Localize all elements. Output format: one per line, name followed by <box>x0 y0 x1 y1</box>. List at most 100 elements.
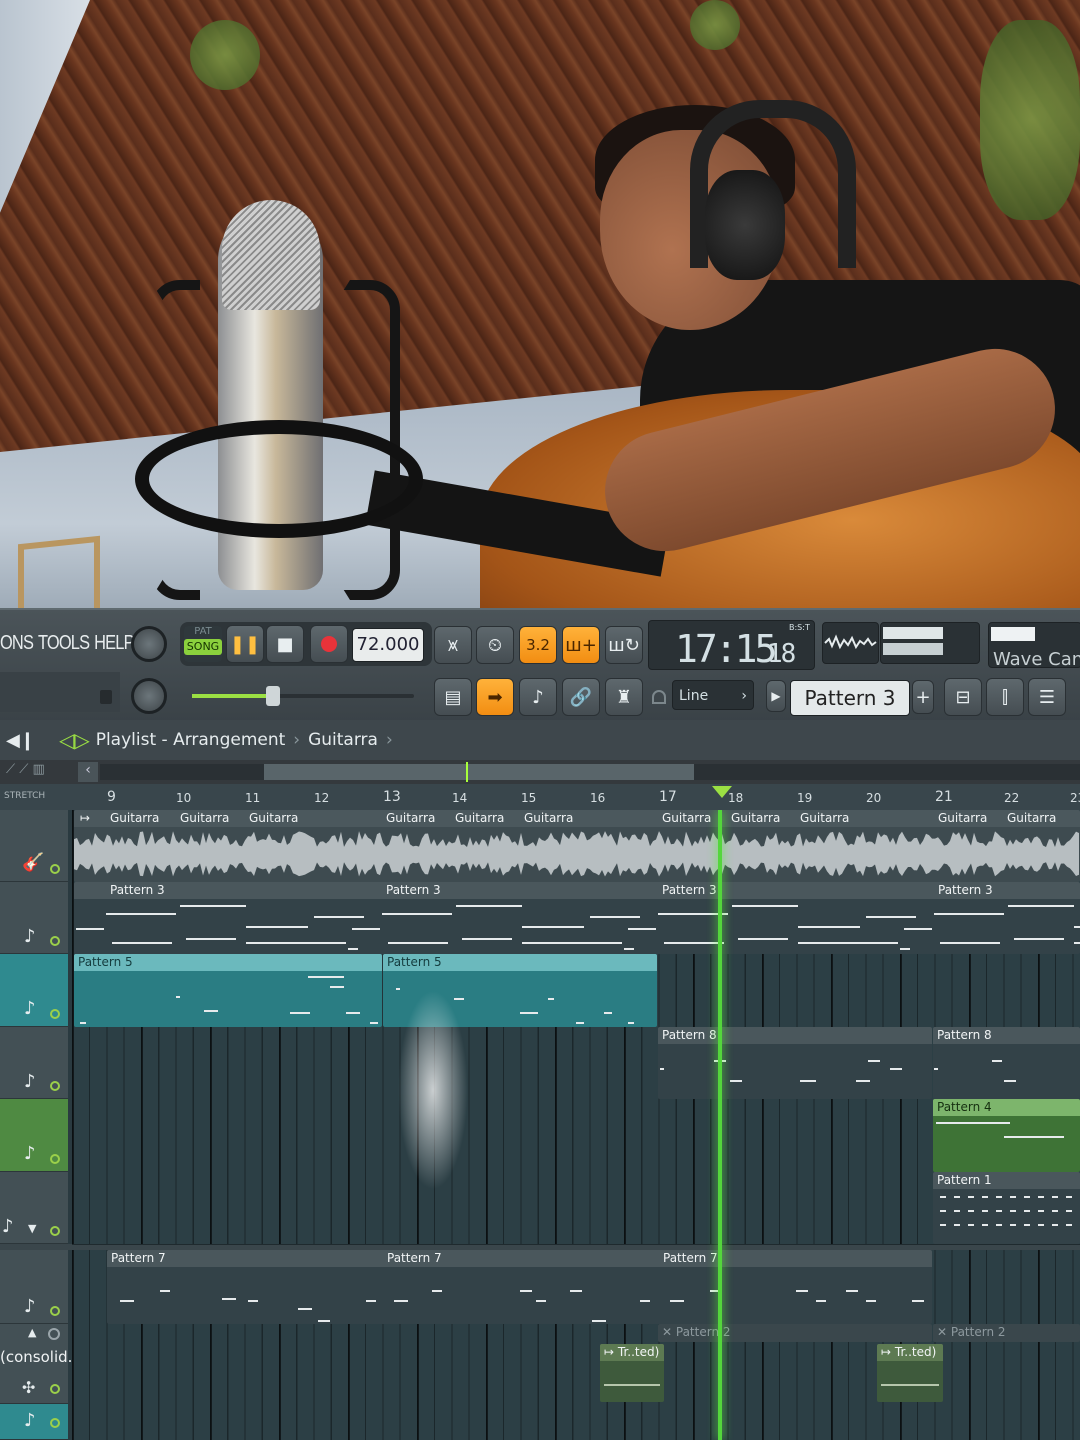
link-icon[interactable]: 🔗 <box>562 678 600 716</box>
channel-rack-icon[interactable]: ♪ <box>519 678 557 716</box>
automation-line <box>604 1384 660 1386</box>
note-dash <box>1014 938 1064 940</box>
master-volume-slider[interactable] <box>192 686 414 706</box>
clip-label: Guitarra <box>386 811 436 825</box>
pattern-2-muted-clip[interactable]: ✕ Pattern 2 <box>658 1324 932 1342</box>
track-enable-icon[interactable] <box>50 1081 60 1091</box>
chevron-down-icon[interactable]: ▼ <box>28 1222 36 1235</box>
pause-button[interactable]: ❚❚ <box>226 625 264 663</box>
cpu-waveform-display <box>822 622 879 664</box>
pat-song-toggle[interactable]: PAT SONG <box>184 626 222 662</box>
clip-label: Pattern 3 <box>110 883 165 897</box>
stop-button[interactable]: ■ <box>266 625 304 663</box>
pattern-prev-icon[interactable]: ▶ <box>766 680 786 712</box>
tool-icons[interactable]: ⟋ ⟋ ▥ <box>6 762 45 777</box>
pattern-selector[interactable]: Pattern 3 <box>790 680 910 716</box>
pattern-5-clip[interactable]: Pattern 5 <box>74 954 382 1027</box>
metronome-icon[interactable]: ⩙ <box>434 626 472 664</box>
wait-for-input-icon[interactable]: ⏲ <box>476 626 514 664</box>
pattern-2-muted-clip[interactable]: ✕ Pattern 2 <box>933 1324 1080 1342</box>
overview-track[interactable] <box>100 762 1080 782</box>
note-dash <box>640 1300 650 1302</box>
playlist-overview-scrollbar[interactable]: ⟋ ⟋ ▥ ‹ <box>0 760 1080 784</box>
song-position-marker[interactable] <box>712 786 732 798</box>
clip-label: Pattern 4 <box>933 1099 1080 1116</box>
track-header-3[interactable]: ♪ <box>0 954 68 1027</box>
track-header-6[interactable]: ♪ ▼ <box>0 1172 68 1244</box>
note-dash <box>80 1022 86 1024</box>
master-pitch-knob[interactable] <box>131 678 167 714</box>
track-enable-icon[interactable] <box>50 1226 60 1236</box>
track-enable-icon[interactable] <box>50 1384 60 1394</box>
record-button[interactable] <box>310 625 348 663</box>
song-position-display[interactable]: 17:15 18 B:S:T <box>648 620 815 671</box>
menu-tools[interactable]: TOOLS <box>38 632 90 668</box>
pattern-7-clips[interactable]: Pattern 7 Pattern 7 Pattern 7 <box>107 1250 932 1324</box>
lane-9[interactable] <box>72 1404 1080 1440</box>
note-dash <box>1066 1210 1072 1212</box>
mixer-icon[interactable]: ⊟ <box>944 678 982 716</box>
slider-handle[interactable] <box>266 686 280 706</box>
note-dash <box>106 913 176 915</box>
lane-5[interactable] <box>72 1099 1080 1173</box>
lane-6[interactable] <box>72 1172 1080 1245</box>
track-header-7[interactable]: ♪ <box>0 1250 68 1324</box>
browser-icon[interactable]: ☰ <box>1028 678 1066 716</box>
note-dash <box>996 1224 1002 1226</box>
note-dash <box>996 1196 1002 1198</box>
note-dash <box>866 916 916 918</box>
track-ring-icon[interactable] <box>48 1328 60 1340</box>
note-dash <box>396 988 400 990</box>
timeline-ruler[interactable]: STRETCH 9 10 11 12 13 14 15 16 17 18 19 … <box>0 784 1080 810</box>
note-dash <box>1074 942 1080 944</box>
tr-ted-clip[interactable]: ↦ Tr..ted) <box>600 1344 664 1402</box>
track-enable-icon[interactable] <box>50 1306 60 1316</box>
menu-options[interactable]: ONS <box>0 632 34 668</box>
piano-roll-arrow-icon[interactable]: ➡ <box>476 678 514 716</box>
step-edit-icon[interactable]: ш+ <box>562 626 600 664</box>
note-dash <box>180 905 246 907</box>
note-dash <box>732 905 798 907</box>
scroll-thumb[interactable] <box>264 764 694 780</box>
master-volume-knob[interactable] <box>131 626 167 662</box>
loop-record-icon[interactable]: ш↻ <box>605 626 643 664</box>
plugin-icon[interactable]: ♜ <box>605 678 643 716</box>
audio-clips-guitarra[interactable]: ↦ Guitarra Guitarra Guitarra Guitarra Gu… <box>74 810 1080 882</box>
track-enable-icon[interactable] <box>50 1418 60 1428</box>
track-header-5[interactable]: ♪ <box>0 1099 68 1172</box>
countdown-button[interactable]: 3.2 <box>519 626 557 664</box>
piano-roll-icon[interactable]: ⫿ <box>986 678 1024 716</box>
track-header-2[interactable]: ♪ <box>0 882 68 954</box>
hanging-plant <box>190 20 260 90</box>
tempo-display[interactable]: 72.000 <box>352 628 424 662</box>
playlist-window-icon[interactable]: ▤ <box>434 678 472 716</box>
speaker-icon[interactable]: ◀❙ <box>6 730 35 751</box>
note-dash <box>570 1290 582 1292</box>
scroll-left-icon[interactable]: ‹ <box>78 762 98 782</box>
tr-ted-clip[interactable]: ↦ Tr..ted) <box>877 1344 943 1402</box>
track-enable-icon[interactable] <box>50 936 60 946</box>
track-header-8[interactable]: ▲ (consolid.. ✣ <box>0 1324 77 1404</box>
clip-label: Pattern 3 <box>386 883 441 897</box>
playlist-menu-icon[interactable]: ◁▷ <box>59 728 90 752</box>
track-header-1[interactable]: 🎸 <box>0 810 68 882</box>
note-dash <box>454 998 464 1000</box>
track-enable-icon[interactable] <box>50 864 60 874</box>
add-pattern-button[interactable]: + <box>912 680 934 714</box>
automation-icon: ✣ <box>22 1378 36 1397</box>
pattern-8-clip[interactable]: Pattern 8 <box>658 1027 932 1099</box>
menu-help[interactable]: HELP <box>94 632 134 668</box>
collapse-icon[interactable]: ▲ <box>28 1326 36 1339</box>
track-header-4[interactable]: ♪ <box>0 1027 68 1099</box>
track-enable-icon[interactable] <box>50 1009 60 1019</box>
track-header-9[interactable]: ♪ <box>0 1404 68 1440</box>
note-dash <box>934 913 1004 915</box>
pattern-8-clip[interactable]: Pattern 8 <box>933 1027 1080 1099</box>
track-enable-icon[interactable] <box>50 1154 60 1164</box>
magnet-icon[interactable] <box>652 690 666 704</box>
pattern-1-clip[interactable]: Pattern 1 <box>933 1172 1080 1244</box>
note-dash <box>1052 1196 1058 1198</box>
note-dash <box>940 1196 946 1198</box>
breadcrumb-guitarra[interactable]: Guitarra <box>308 730 378 750</box>
snap-mode-select[interactable]: Line › <box>672 680 754 710</box>
